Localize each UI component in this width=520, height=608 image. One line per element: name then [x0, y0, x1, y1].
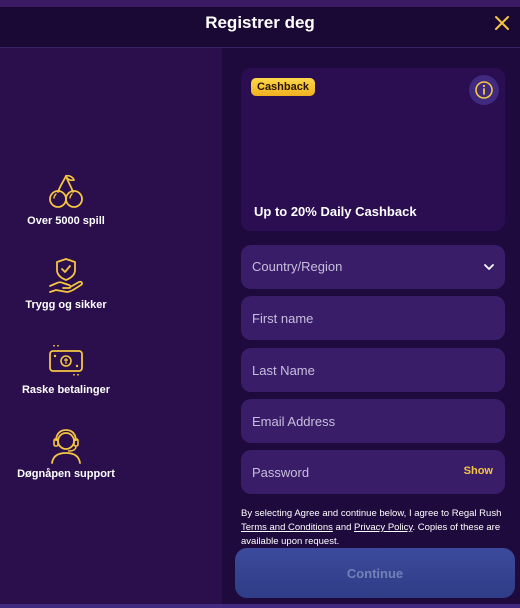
cherries-icon — [49, 174, 83, 208]
first-name-input[interactable] — [241, 296, 505, 340]
terms-text-part: and — [332, 522, 355, 533]
feature-label: Raske betalinger — [21, 384, 111, 396]
cashback-badge: Cashback — [251, 78, 315, 96]
email-field-wrapper — [241, 399, 505, 443]
modal-header: Registrer deg — [0, 7, 520, 48]
terms-text-part: By selecting Agree and continue below, I… — [241, 508, 502, 519]
country-select-label: Country/Region — [252, 259, 343, 274]
banknote-icon — [49, 345, 83, 377]
close-icon — [495, 16, 509, 30]
features-sidebar: Over 5000 spill Trygg og sikker Raske be… — [0, 48, 222, 608]
bottom-border — [0, 604, 520, 608]
page-title: Registrer deg — [205, 13, 315, 32]
feature-support: Døgnåpen support — [0, 425, 132, 480]
first-name-field-wrapper — [241, 296, 505, 340]
feature-label: Døgnåpen support — [17, 468, 115, 480]
last-name-field-wrapper — [241, 348, 505, 392]
email-input[interactable] — [241, 399, 505, 443]
feature-payments: Raske betalinger — [0, 341, 132, 396]
top-strip — [0, 0, 520, 7]
country-select[interactable]: Country/Region — [241, 245, 505, 289]
last-name-input[interactable] — [241, 348, 505, 392]
terms-text: By selecting Agree and continue below, I… — [241, 507, 507, 549]
show-password-button[interactable]: Show — [464, 465, 493, 477]
password-field-wrapper: Show — [241, 450, 505, 494]
shield-hand-icon — [49, 258, 83, 293]
info-icon — [475, 81, 493, 99]
continue-button[interactable]: Continue — [235, 548, 515, 598]
promo-title: Up to 20% Daily Cashback — [254, 204, 417, 219]
close-button[interactable] — [492, 13, 512, 33]
feature-games: Over 5000 spill — [0, 172, 132, 227]
cashback-promo-card: Cashback Up to 20% Daily Cashback — [241, 68, 505, 231]
feature-label: Over 5000 spill — [27, 215, 105, 227]
privacy-policy-link[interactable]: Privacy Policy — [354, 522, 412, 533]
feature-security: Trygg og sikker — [0, 256, 132, 311]
terms-link[interactable]: Terms and Conditions — [241, 522, 333, 533]
feature-label: Trygg og sikker — [25, 299, 107, 311]
info-button[interactable] — [469, 75, 499, 105]
headset-support-icon — [51, 429, 81, 464]
chevron-down-icon — [484, 264, 494, 270]
